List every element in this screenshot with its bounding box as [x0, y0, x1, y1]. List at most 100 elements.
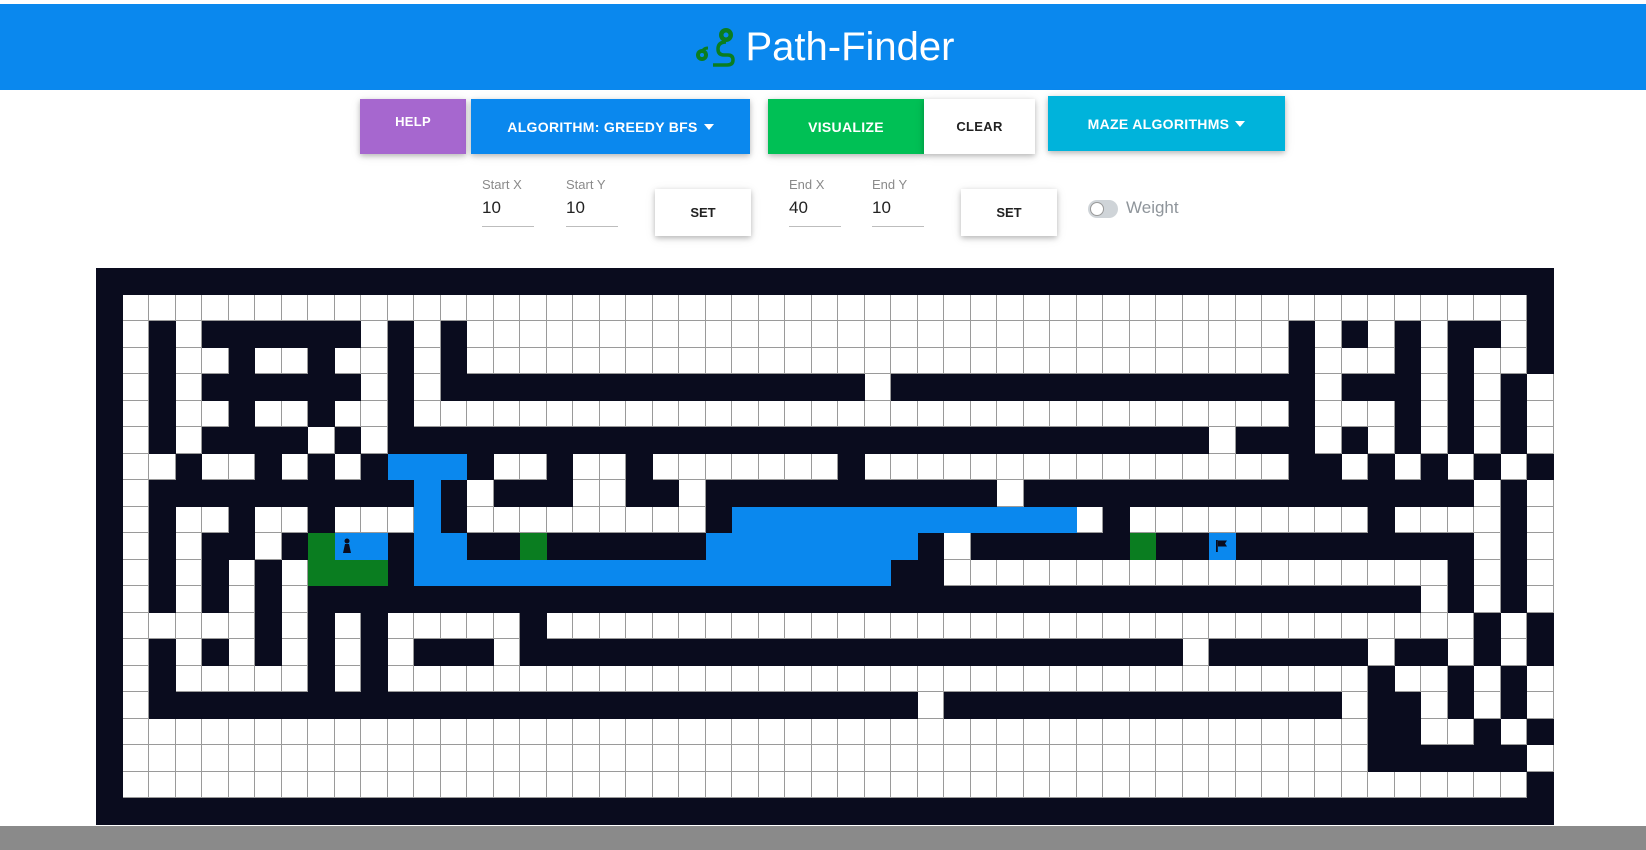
- grid-cell[interactable]: [228, 639, 255, 666]
- grid-cell-path[interactable]: [785, 533, 812, 560]
- grid-cell[interactable]: [838, 745, 865, 772]
- grid-cell-wall[interactable]: [626, 798, 653, 825]
- grid-cell-wall[interactable]: [440, 692, 467, 719]
- grid-cell[interactable]: [122, 586, 149, 613]
- grid-cell-wall[interactable]: [1447, 586, 1474, 613]
- end-x-field[interactable]: End X: [789, 177, 841, 227]
- grid-cell[interactable]: [361, 718, 388, 745]
- grid-cell-wall[interactable]: [1500, 559, 1527, 586]
- grid-cell-path[interactable]: [997, 506, 1024, 533]
- grid-cell[interactable]: [1103, 453, 1130, 480]
- grid-cell-wall[interactable]: [573, 586, 600, 613]
- grid-cell[interactable]: [493, 639, 520, 666]
- grid-cell[interactable]: [414, 771, 441, 798]
- grid-cell[interactable]: [440, 294, 467, 321]
- grid-cell[interactable]: [1050, 665, 1077, 692]
- grid-cell-wall[interactable]: [573, 798, 600, 825]
- grid-cell[interactable]: [175, 347, 202, 374]
- grid-cell-wall[interactable]: [917, 480, 944, 507]
- grid-cell[interactable]: [1341, 453, 1368, 480]
- grid-cell-wall[interactable]: [308, 453, 335, 480]
- grid-cell[interactable]: [308, 745, 335, 772]
- grid-cell-wall[interactable]: [1368, 745, 1395, 772]
- grid-cell[interactable]: [758, 321, 785, 348]
- grid-cell-wall[interactable]: [944, 692, 971, 719]
- grid-cell-wall[interactable]: [308, 798, 335, 825]
- start-y-input[interactable]: [566, 196, 618, 220]
- grid-cell-wall[interactable]: [626, 639, 653, 666]
- grid-cell[interactable]: [997, 718, 1024, 745]
- grid-cell[interactable]: [679, 321, 706, 348]
- grid-cell-wall[interactable]: [334, 374, 361, 401]
- grid-cell-wall[interactable]: [255, 374, 282, 401]
- grid-cell-path[interactable]: [864, 559, 891, 586]
- grid-cell[interactable]: [520, 294, 547, 321]
- grid-cell[interactable]: [1076, 506, 1103, 533]
- grid-cell-wall[interactable]: [1368, 453, 1395, 480]
- grid-cell-wall[interactable]: [1447, 321, 1474, 348]
- grid-cell[interactable]: [652, 321, 679, 348]
- grid-cell[interactable]: [467, 506, 494, 533]
- grid-cell-wall[interactable]: [414, 268, 441, 295]
- grid-cell[interactable]: [1129, 453, 1156, 480]
- grid-cell[interactable]: [864, 321, 891, 348]
- grid-cell-wall[interactable]: [970, 639, 997, 666]
- grid-cell[interactable]: [122, 427, 149, 454]
- grid-cell-wall[interactable]: [679, 374, 706, 401]
- grid-cell[interactable]: [228, 665, 255, 692]
- grid-cell-weight[interactable]: [361, 559, 388, 586]
- grid-cell-wall[interactable]: [202, 533, 229, 560]
- grid-cell-wall[interactable]: [281, 268, 308, 295]
- grid-cell[interactable]: [467, 665, 494, 692]
- grid-cell-wall[interactable]: [917, 427, 944, 454]
- grid-cell-wall[interactable]: [1182, 268, 1209, 295]
- grid-cell[interactable]: [1235, 347, 1262, 374]
- grid-cell[interactable]: [1368, 559, 1395, 586]
- grid-cell-wall[interactable]: [440, 639, 467, 666]
- grid-cell-wall[interactable]: [1500, 427, 1527, 454]
- grid-cell[interactable]: [361, 427, 388, 454]
- grid-cell[interactable]: [1076, 294, 1103, 321]
- grid-cell-wall[interactable]: [785, 374, 812, 401]
- grid-cell-wall[interactable]: [626, 374, 653, 401]
- grid-cell-wall[interactable]: [202, 798, 229, 825]
- grid-cell[interactable]: [1262, 400, 1289, 427]
- grid-cell[interactable]: [493, 612, 520, 639]
- grid-cell-wall[interactable]: [652, 480, 679, 507]
- grid-cell-wall[interactable]: [944, 374, 971, 401]
- grid-cell[interactable]: [493, 718, 520, 745]
- grid-cell-wall[interactable]: [334, 268, 361, 295]
- grid-cell-wall[interactable]: [1500, 533, 1527, 560]
- grid-cell[interactable]: [255, 506, 282, 533]
- grid-cell-wall[interactable]: [997, 533, 1024, 560]
- grid-cell[interactable]: [308, 718, 335, 745]
- grid-cell-wall[interactable]: [493, 374, 520, 401]
- grid-cell[interactable]: [1103, 718, 1130, 745]
- grid-cell[interactable]: [1500, 321, 1527, 348]
- grid-cell[interactable]: [652, 347, 679, 374]
- grid-cell[interactable]: [573, 400, 600, 427]
- grid-cell-wall[interactable]: [838, 268, 865, 295]
- grid-cell-wall[interactable]: [1235, 533, 1262, 560]
- grid-cell[interactable]: [493, 294, 520, 321]
- grid-cell[interactable]: [361, 400, 388, 427]
- grid-cell-wall[interactable]: [705, 639, 732, 666]
- grid-cell-wall[interactable]: [96, 321, 123, 348]
- grid-cell[interactable]: [202, 612, 229, 639]
- grid-cell-wall[interactable]: [520, 374, 547, 401]
- grid-cell-wall[interactable]: [758, 268, 785, 295]
- grid-cell[interactable]: [785, 321, 812, 348]
- grid-cell-wall[interactable]: [1394, 480, 1421, 507]
- grid-cell-wall[interactable]: [705, 586, 732, 613]
- grid-cell[interactable]: [811, 745, 838, 772]
- grid-cell[interactable]: [202, 400, 229, 427]
- grid-cell-wall[interactable]: [1023, 586, 1050, 613]
- grid-cell-wall[interactable]: [493, 586, 520, 613]
- grid-cell[interactable]: [440, 612, 467, 639]
- grid-cell[interactable]: [1076, 453, 1103, 480]
- grid-cell[interactable]: [1421, 427, 1448, 454]
- grid-cell-wall[interactable]: [1023, 427, 1050, 454]
- grid-cell-wall[interactable]: [255, 268, 282, 295]
- grid-cell-wall[interactable]: [1421, 745, 1448, 772]
- grid-cell-wall[interactable]: [1341, 639, 1368, 666]
